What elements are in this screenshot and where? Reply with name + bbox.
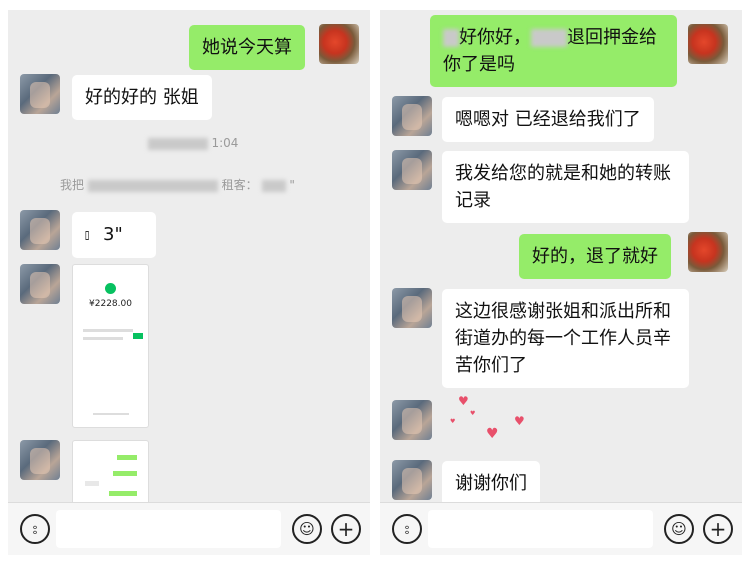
input-bar: ⦂ ☺ + [380, 502, 742, 555]
voice-mode-icon[interactable]: ⦂ [20, 514, 50, 544]
message-text: 我发给您的就是和她的转账记录 [455, 163, 671, 211]
outgoing-message[interactable]: 好的，退了就好 [519, 234, 671, 279]
redacted-text [443, 29, 459, 47]
outgoing-message[interactable]: 她说今天算 [189, 25, 305, 70]
redacted-text [261, 179, 286, 192]
timestamp: 1:04 [138, 136, 248, 150]
contact-avatar[interactable] [20, 74, 60, 114]
image-message-receipt[interactable]: ¥2228.00 [72, 264, 149, 428]
receipt-line [83, 329, 133, 332]
system-note: 我把 租客： " [60, 178, 295, 192]
message-text: 嗯嗯对 已经退给我们了 [455, 109, 641, 130]
hearts-sticker[interactable]: ♥ ♥ ♥ ♥ ♥ [442, 390, 542, 452]
receipt-line [93, 413, 129, 415]
thumb-bubble [113, 471, 137, 476]
input-bar: ⦂ ☺ + [8, 502, 370, 555]
my-avatar[interactable] [688, 232, 728, 272]
heart-icon: ♥ [450, 418, 456, 425]
chat-panel-right: 好你好， 退回押金给 你了是吗 嗯嗯对 已经退给我们了 我发给您的就是和她的转账记… [380, 10, 742, 555]
outgoing-message[interactable]: 好你好， 退回押金给 你了是吗 [430, 15, 677, 87]
contact-avatar[interactable] [392, 400, 432, 440]
message-text: 谢谢你们 [455, 473, 527, 494]
thumb-bubble [117, 455, 137, 460]
message-text: 她说今天算 [202, 37, 292, 58]
contact-avatar[interactable] [20, 264, 60, 304]
contact-avatar[interactable] [20, 210, 60, 250]
heart-icon: ♥ [514, 414, 525, 428]
my-avatar[interactable] [688, 24, 728, 64]
message-text: 这边很感谢张姐和派出所和街道办的每一个工作人员辛苦你们了 [455, 301, 671, 376]
voice-mode-icon[interactable]: ⦂ [392, 514, 422, 544]
incoming-message[interactable]: 嗯嗯对 已经退给我们了 [442, 97, 654, 142]
contact-avatar[interactable] [20, 440, 60, 480]
voice-wave-icon: 𝅚 [85, 226, 90, 244]
emoji-icon[interactable]: ☺ [292, 514, 322, 544]
receipt-amount: ¥2228.00 [89, 299, 132, 309]
incoming-message[interactable]: 我发给您的就是和她的转账记录 [442, 151, 689, 223]
message-text: 好的，退了就好 [532, 246, 658, 267]
heart-icon: ♥ [470, 410, 476, 417]
my-avatar[interactable] [319, 24, 359, 64]
incoming-message[interactable]: 谢谢你们 [442, 461, 540, 506]
success-check-icon [105, 283, 116, 294]
receipt-line [83, 337, 123, 340]
chat-panel-left: 她说今天算 好的好的 张姐 1:04 我把 租客： " 𝅚 3" ¥2228.0… [8, 10, 370, 555]
contact-avatar[interactable] [392, 288, 432, 328]
thumb-bubble [85, 481, 99, 486]
heart-icon: ♥ [458, 394, 469, 408]
voice-duration: 3" [103, 224, 123, 245]
thumb-bubble [109, 491, 137, 496]
incoming-message[interactable]: 这边很感谢张姐和派出所和街道办的每一个工作人员辛苦你们了 [442, 289, 689, 388]
voice-message[interactable]: 𝅚 3" [72, 212, 156, 258]
plus-icon[interactable]: + [331, 514, 361, 544]
plus-icon[interactable]: + [703, 514, 733, 544]
contact-avatar[interactable] [392, 460, 432, 500]
emoji-icon[interactable]: ☺ [664, 514, 694, 544]
heart-icon: ♥ [486, 426, 499, 442]
incoming-message[interactable]: 好的好的 张姐 [72, 75, 212, 120]
message-text: 好的好的 张姐 [85, 87, 199, 108]
message-input[interactable] [428, 510, 653, 548]
message-input[interactable] [56, 510, 281, 548]
redacted-text [147, 137, 208, 150]
redacted-text [531, 29, 567, 47]
contact-avatar[interactable] [392, 150, 432, 190]
redacted-text [87, 179, 218, 192]
contact-avatar[interactable] [392, 96, 432, 136]
receipt-button [133, 333, 143, 339]
